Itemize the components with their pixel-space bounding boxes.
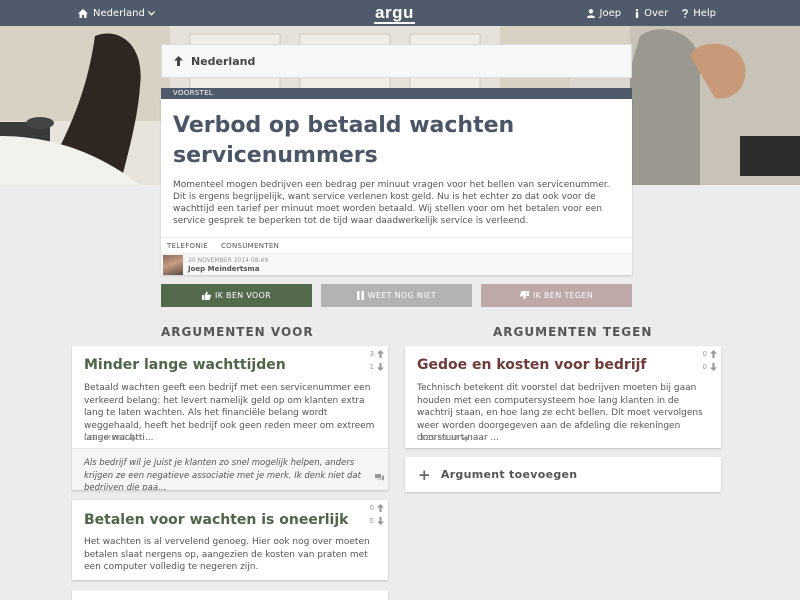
read-more-link[interactable]: LEES MEER (84, 434, 136, 442)
upvote-count: 0 (369, 503, 374, 512)
upvote-button[interactable]: 0 (370, 501, 384, 514)
profile-link[interactable]: Joep (586, 7, 622, 19)
motion-card: Verbod op betaald wachten servicenummers… (161, 99, 632, 275)
motion-date: 30 NOVEMBER 2014 08:49 (188, 257, 269, 264)
motion-type-label: VOORSTEL (161, 88, 632, 99)
comments-icon[interactable] (375, 467, 384, 486)
author-bar: 30 NOVEMBER 2014 08:49 Joep Meindertsma (161, 253, 632, 275)
tag-telefonie[interactable]: TELEFONIE (167, 242, 208, 250)
argument-card-con[interactable]: Gedoe en kosten voor bedrijf 0 0 Technis… (405, 346, 721, 448)
comment-text: Als bedrijf wil je juist je klanten zo s… (84, 458, 361, 490)
vote-pro-label: IK BEN VOOR (214, 291, 271, 300)
arrow-down-icon (377, 362, 384, 371)
downvote-count: 0 (702, 362, 707, 371)
con-column-heading: ARGUMENTEN TEGEN (493, 325, 653, 339)
profile-label: Joep (599, 7, 622, 19)
read-more-link[interactable]: LEES MEER (417, 434, 469, 442)
home-icon (78, 8, 88, 18)
arrow-down-icon (710, 362, 717, 371)
motion-title: Verbod op betaald wachten servicenummers (173, 113, 515, 168)
arrow-up-icon (377, 349, 384, 358)
about-label: Over (644, 7, 669, 19)
argument-body: Het wachten is al vervelend genoeg. Hier… (84, 537, 370, 572)
about-link[interactable]: Over (635, 8, 668, 19)
argument-comment[interactable]: Als bedrijf wil je juist je klanten zo s… (72, 448, 388, 490)
upvote-button[interactable]: 3 (370, 347, 384, 360)
argument-votes: 0 0 (370, 501, 384, 527)
parent-forum-link[interactable]: Nederland (161, 44, 632, 78)
help-link[interactable]: Help (682, 8, 716, 19)
thumbs-down-icon (520, 291, 529, 300)
help-label: Help (693, 7, 716, 19)
user-icon (586, 8, 595, 18)
chevron-down-icon (147, 10, 155, 16)
downvote-count: 1 (369, 362, 374, 371)
motion-tags: TELEFONIE CONSUMENTEN (161, 237, 632, 253)
vote-pro-button[interactable]: IK BEN VOOR (161, 284, 312, 307)
thumbs-up-icon (201, 291, 211, 300)
info-icon (635, 8, 639, 18)
tag-consumenten[interactable]: CONSUMENTEN (221, 242, 279, 250)
arrow-right-icon (461, 434, 469, 442)
read-more-label: LEES MEER (84, 434, 126, 442)
arrow-down-icon (377, 516, 384, 525)
author-name[interactable]: Joep Meindertsma (188, 265, 259, 273)
upvote-count: 3 (369, 349, 374, 358)
upvote-count: 0 (702, 349, 707, 358)
downvote-count: 0 (369, 516, 374, 525)
avatar[interactable] (163, 255, 183, 275)
argument-title[interactable]: Betalen voor wachten is oneerlijk (84, 512, 348, 528)
argument-card-pro[interactable]: Minder lange wachttijden 3 1 Betaald wac… (72, 346, 388, 490)
plus-icon: + (418, 465, 431, 484)
arrow-up-icon (174, 56, 183, 66)
arrow-right-icon (128, 434, 136, 442)
vote-neutral-label: WEET NOG NIET (367, 291, 437, 300)
argument-votes: 3 1 (370, 347, 384, 373)
add-argument-button[interactable]: + Argument toevoegen (405, 457, 721, 492)
argument-title[interactable]: Minder lange wachttijden (84, 357, 286, 373)
arrow-up-icon (377, 503, 384, 512)
motion-body: Momenteel mogen bedrijven een bedrag per… (173, 180, 610, 226)
user-menu: Joep Over Help (573, 0, 716, 26)
add-argument-label: Argument toevoegen (440, 468, 578, 481)
argument-title[interactable]: Gedoe en kosten voor bedrijf (417, 357, 647, 373)
argument-votes: 0 0 (703, 347, 717, 373)
vote-con-button[interactable]: IK BEN TEGEN (481, 284, 632, 307)
location-label: Nederland (93, 7, 145, 19)
argument-card-pro[interactable] (72, 590, 388, 600)
pause-icon (356, 291, 364, 300)
read-more-label: LEES MEER (417, 434, 459, 442)
location-menu[interactable]: Nederland (78, 0, 155, 26)
arrow-up-icon (710, 349, 717, 358)
argument-card-pro[interactable]: Betalen voor wachten is oneerlijk 0 0 He… (72, 500, 388, 580)
downvote-button[interactable]: 1 (370, 360, 384, 373)
question-icon (682, 8, 689, 18)
breadcrumb-label: Nederland (191, 54, 256, 68)
argu-logo[interactable]: argu (374, 4, 415, 24)
vote-con-label: IK BEN TEGEN (533, 291, 593, 300)
vote-neutral-button[interactable]: WEET NOG NIET (321, 284, 472, 307)
pro-column-heading: ARGUMENTEN VOOR (161, 325, 314, 339)
top-navigation-bar: Nederland argu Joep Over Help (0, 0, 800, 26)
downvote-button[interactable]: 0 (370, 514, 384, 527)
downvote-button[interactable]: 0 (703, 360, 717, 373)
upvote-button[interactable]: 0 (703, 347, 717, 360)
